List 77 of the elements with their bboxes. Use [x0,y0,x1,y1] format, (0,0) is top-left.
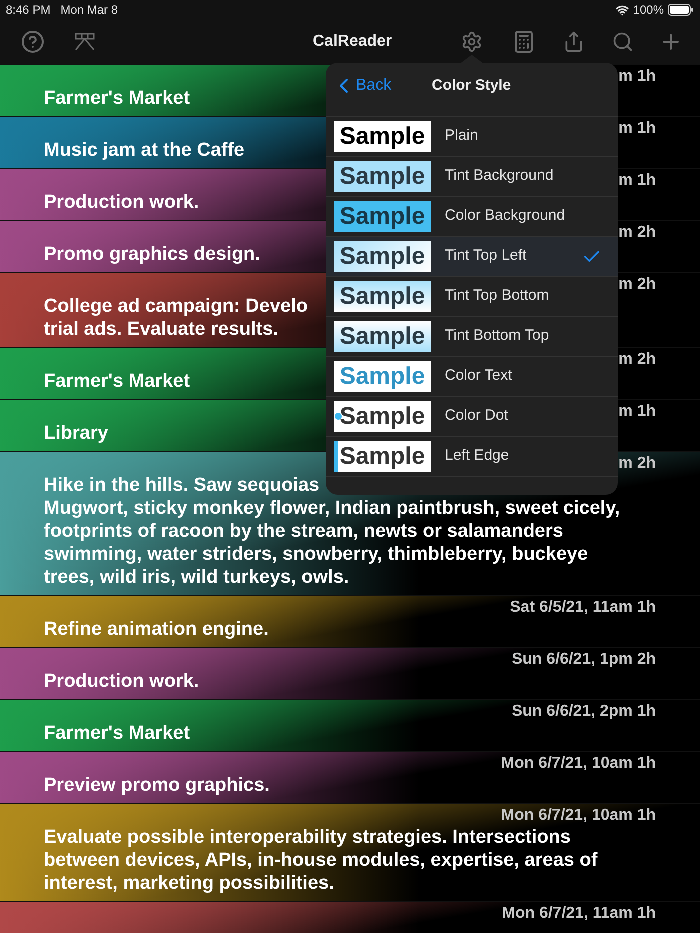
sample-text: Sample [340,324,426,348]
event-row[interactable]: Mon 6/7/21, 10am 1h Evaluate possible interoperability strategies. Intersections between devices, APIs, in-house modules, expertise, areas of interest, marketing possibilities. [0,803,700,901]
wifi-icon [616,4,630,16]
back-button[interactable]: Back [332,74,392,98]
sample-text: Sample [340,284,426,308]
style-option[interactable]: Sample Left Edge [326,437,618,477]
event-title: Refine animation engine. [44,618,269,641]
event-time: Mon 6/7/21, 10am 1h [501,806,656,826]
event-title: Mugwort, sticky monkey flower, Indian paintbrush, sweet cicely, [44,497,620,520]
style-option[interactable]: Sample Tint Bottom Top [326,317,618,357]
search-icon[interactable] [612,31,634,53]
event-time: m 1h [618,402,656,422]
event-time: m 1h [618,171,656,191]
style-option[interactable]: Sample Tint Top Left [326,237,618,277]
event-title: trial ads. Evaluate results. [44,318,278,341]
status-date: Mon Mar 8 [60,2,118,19]
event-time: m 1h [618,67,656,87]
style-label: Plain [445,126,480,146]
event-title: Library [44,422,108,445]
share-icon[interactable] [563,31,585,53]
event-row[interactable]: Mon 6/7/21, 10am 1h Preview promo graphics. [0,751,700,803]
battery-percent: 100% [633,2,664,19]
event-title: Hike in the hills. Saw sequoias [44,474,320,497]
event-title: College ad campaign: Develo [44,295,308,318]
status-time: 8:46 PM [6,2,51,19]
battery-icon [668,4,694,16]
event-title: Farmer's Market [44,87,190,110]
event-title: Preview promo graphics. [44,774,270,797]
event-time: m 2h [618,223,656,243]
event-title: Farmer's Market [44,370,190,393]
event-time: Sat 6/5/21, 11am 1h [510,598,656,618]
event-title: Evaluate possible interoperability strategies. Intersections [44,826,571,849]
event-title: trees, wild iris, wild turkeys, owls. [44,566,350,589]
settings-icon[interactable] [461,31,483,53]
event-title: Production work. [44,191,200,214]
edge-stripe [334,441,338,472]
event-row[interactable]: Sat 6/5/21, 11am 1h Refine animation engine. [0,595,700,647]
style-label: Tint Bottom Top [445,326,550,346]
style-label: Tint Background [445,166,555,186]
event-title: Farmer's Market [44,722,190,745]
event-time: Sun 6/6/21, 1pm 2h [512,650,656,670]
style-label: Color Text [445,366,514,386]
style-option[interactable]: Sample Tint Top Bottom [326,277,618,317]
app-title: CalReader [313,32,392,52]
style-option[interactable]: Sample Color Dot [326,397,618,437]
style-label: Tint Top Left [445,246,528,266]
table-icon[interactable] [74,32,96,52]
style-label: Color Dot [445,406,510,426]
event-row[interactable]: Sun 6/6/21, 1pm 2h Production work. [0,647,700,699]
event-time: Mon 6/7/21, 11am 1h [502,904,656,924]
style-option[interactable]: Sample Color Text [326,357,618,397]
popover-title: Color Style [432,76,512,96]
event-time: m 1h [618,119,656,139]
event-title: Music jam at the Caffe [44,139,245,162]
event-time: m 2h [618,454,656,474]
event-row[interactable]: Sun 6/6/21, 2pm 1h Farmer's Market [0,699,700,751]
event-title: footprints of racoon by the stream, newts or salamanders [44,520,564,543]
event-time: m 2h [618,275,656,295]
style-option[interactable]: Sample Plain [326,117,618,157]
style-option[interactable]: Sample Color Background [326,197,618,237]
style-option[interactable]: Sample Tint Background [326,157,618,197]
calculator-icon[interactable] [512,30,536,54]
event-time: Mon 6/7/21, 10am 1h [501,754,656,774]
style-label: Tint Top Bottom [445,286,550,306]
event-time: Sun 6/6/21, 2pm 1h [512,702,656,722]
event-title: Production work. [44,670,200,693]
sample-text: Sample [340,124,426,148]
event-title: between devices, APIs, in-house modules, expertise, areas of [44,849,598,872]
help-icon[interactable] [21,30,45,54]
sample-text: Sample [340,244,426,268]
event-row[interactable]: Mon 6/7/21, 11am 1h [0,901,700,933]
event-time: m 2h [618,350,656,370]
event-title: Promo graphics design. [44,243,260,266]
sample-text: Sample [340,404,426,428]
event-title: interest, marketing possibilities. [44,872,334,895]
sample-text: Sample [340,364,426,388]
event-title: swimming, water striders, snowberry, thimbleberry, buckeye [44,543,588,566]
